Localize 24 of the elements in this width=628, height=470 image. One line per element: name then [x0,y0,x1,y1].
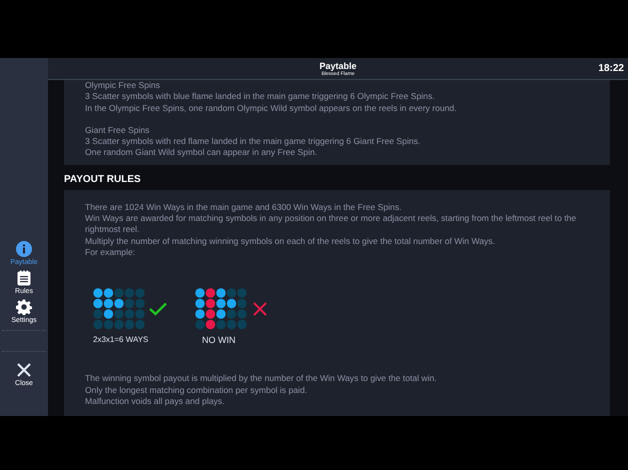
example-caption: 2x3x1=6 WAYS [93,335,148,344]
rule-text: In the Olympic Free Spins, one random Olympic Wild symbol appears on the reels in every round. [85,102,458,114]
notepad-icon [16,270,32,286]
rule-text: 3 Scatter symbols with red flame landed in the main game triggering 6 Giant Free Spins. [85,136,422,148]
rule-text: For example: [85,246,136,258]
page-title: Paytable [319,60,357,70]
section-heading: PAYOUT RULES [64,172,142,187]
rule-text: Malfunction voids all pays and plays. [85,396,226,408]
clock-time: 18:22 [598,63,624,74]
rule-text: Only the longest matching combination per symbol is paid. [85,384,308,396]
reel-grid-drawing [93,288,145,330]
close-icon [16,362,32,378]
info-icon [16,241,32,257]
rule-text: One random Giant Wild symbol can appear in any Free Spin. [85,147,318,159]
settings-icon [16,299,32,315]
rule-text: Win Ways are awarded for matching symbols in any position on three or more adjacent reels, starting from the leftmost reel to the rightmost reel. [85,213,578,236]
rule-text: 3 Scatter symbols with blue flame landed in the main game triggering 6 Olympic Free Spins. [85,91,436,103]
rule-text: Multiply the number of matching winning symbols on each of the reels to give the total number of Win Ways. [85,236,496,247]
rule-text: The winning symbol payout is multiplied by the number of the Win Ways to give the total win. [85,373,438,385]
rule-text: Olympic Free Spins [85,80,161,92]
rule-text: There are 1024 Win Ways in the main game and 6300 Win Ways in the Free Spins. [85,202,403,214]
example-caption: NO WIN [202,335,236,346]
reel-grid-drawing [195,288,247,330]
rule-text: Giant Free Spins [85,124,150,136]
